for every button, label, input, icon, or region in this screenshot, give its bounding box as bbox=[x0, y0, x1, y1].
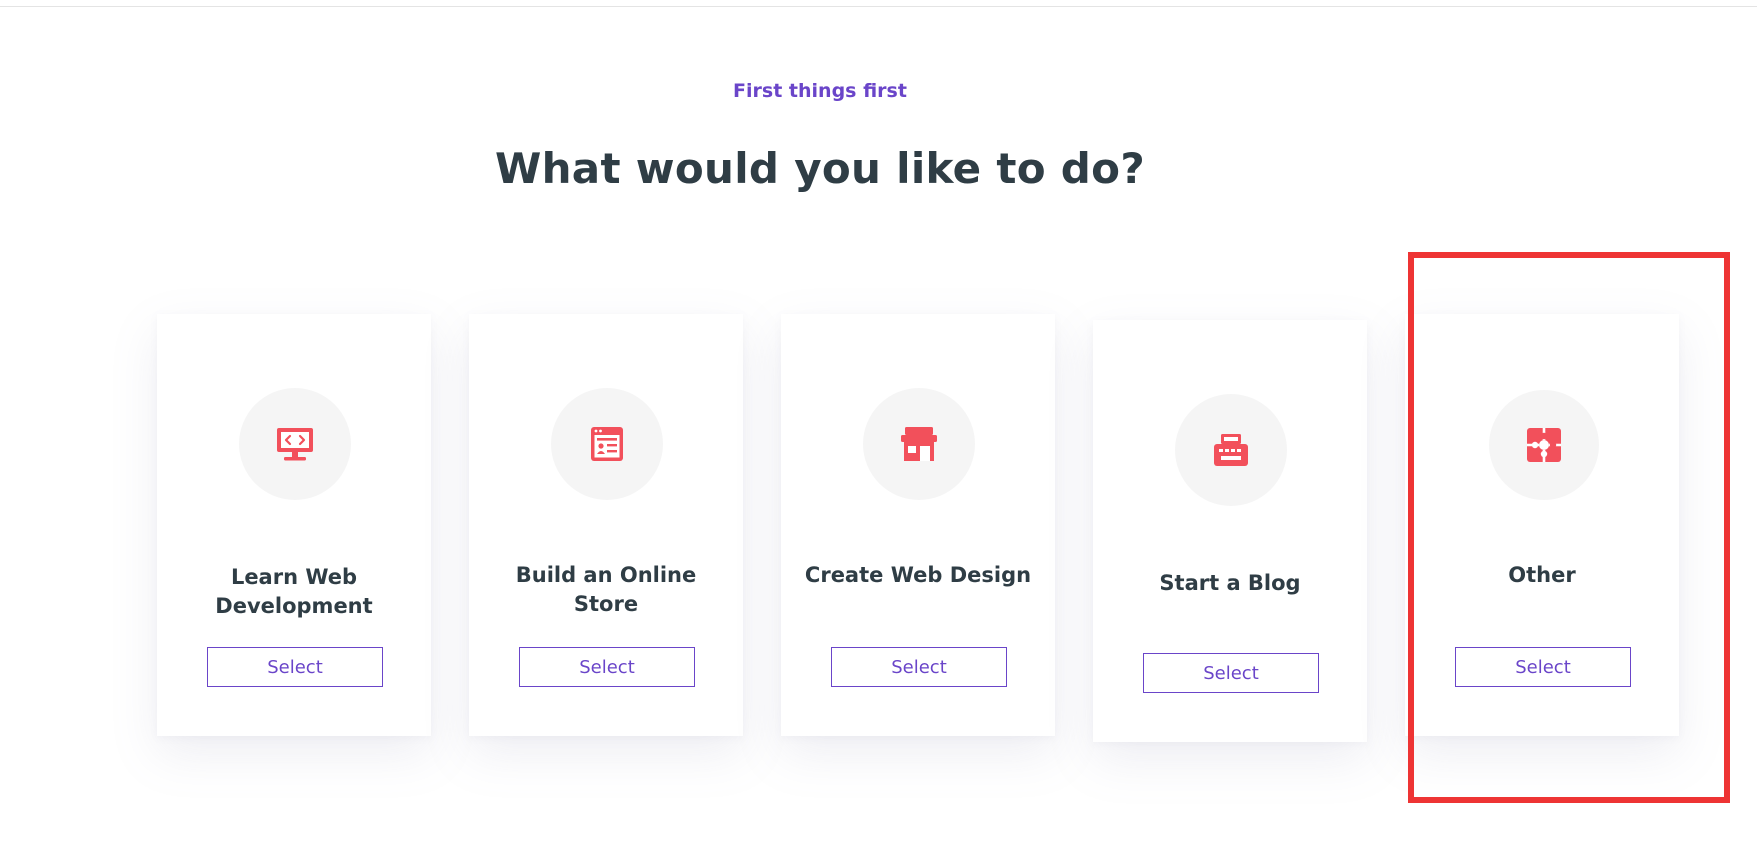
icon-circle bbox=[1175, 394, 1287, 506]
option-card-start-a-blog[interactable]: Start a Blog Select bbox=[1093, 320, 1367, 742]
card-title: Other bbox=[1508, 563, 1576, 587]
select-button-other[interactable]: Select bbox=[1455, 647, 1631, 687]
icon-circle bbox=[863, 388, 975, 500]
eyebrow-text: First things first bbox=[733, 80, 907, 102]
icon-circle bbox=[239, 388, 351, 500]
card-title: Learn Web Development bbox=[215, 565, 373, 618]
typewriter-icon bbox=[1211, 430, 1251, 470]
select-button-learn-web-development[interactable]: Select bbox=[207, 647, 383, 687]
icon-circle bbox=[551, 388, 663, 500]
card-title: Create Web Design bbox=[804, 563, 1032, 587]
option-card-learn-web-development[interactable]: Learn Web Development Select bbox=[157, 314, 431, 736]
page-title: What would you like to do? bbox=[494, 144, 1145, 193]
select-button-start-a-blog[interactable]: Select bbox=[1143, 653, 1319, 693]
page: First things first What would you like t… bbox=[0, 0, 1757, 867]
card-title: Start a Blog bbox=[1159, 571, 1301, 595]
monitor-code-icon bbox=[275, 424, 315, 464]
puzzle-icon bbox=[1524, 425, 1564, 465]
option-card-create-web-design[interactable]: Create Web Design Select bbox=[781, 314, 1055, 736]
option-card-other[interactable]: Other Select bbox=[1405, 314, 1679, 736]
icon-circle bbox=[1489, 390, 1599, 500]
select-button-build-online-store[interactable]: Select bbox=[519, 647, 695, 687]
browser-window-icon bbox=[587, 424, 627, 464]
card-title: Build an Online Store bbox=[515, 563, 697, 616]
select-button-create-web-design[interactable]: Select bbox=[831, 647, 1007, 687]
storefront-icon bbox=[899, 424, 939, 464]
option-card-build-online-store[interactable]: Build an Online Store Select bbox=[469, 314, 743, 736]
top-divider bbox=[0, 6, 1757, 7]
